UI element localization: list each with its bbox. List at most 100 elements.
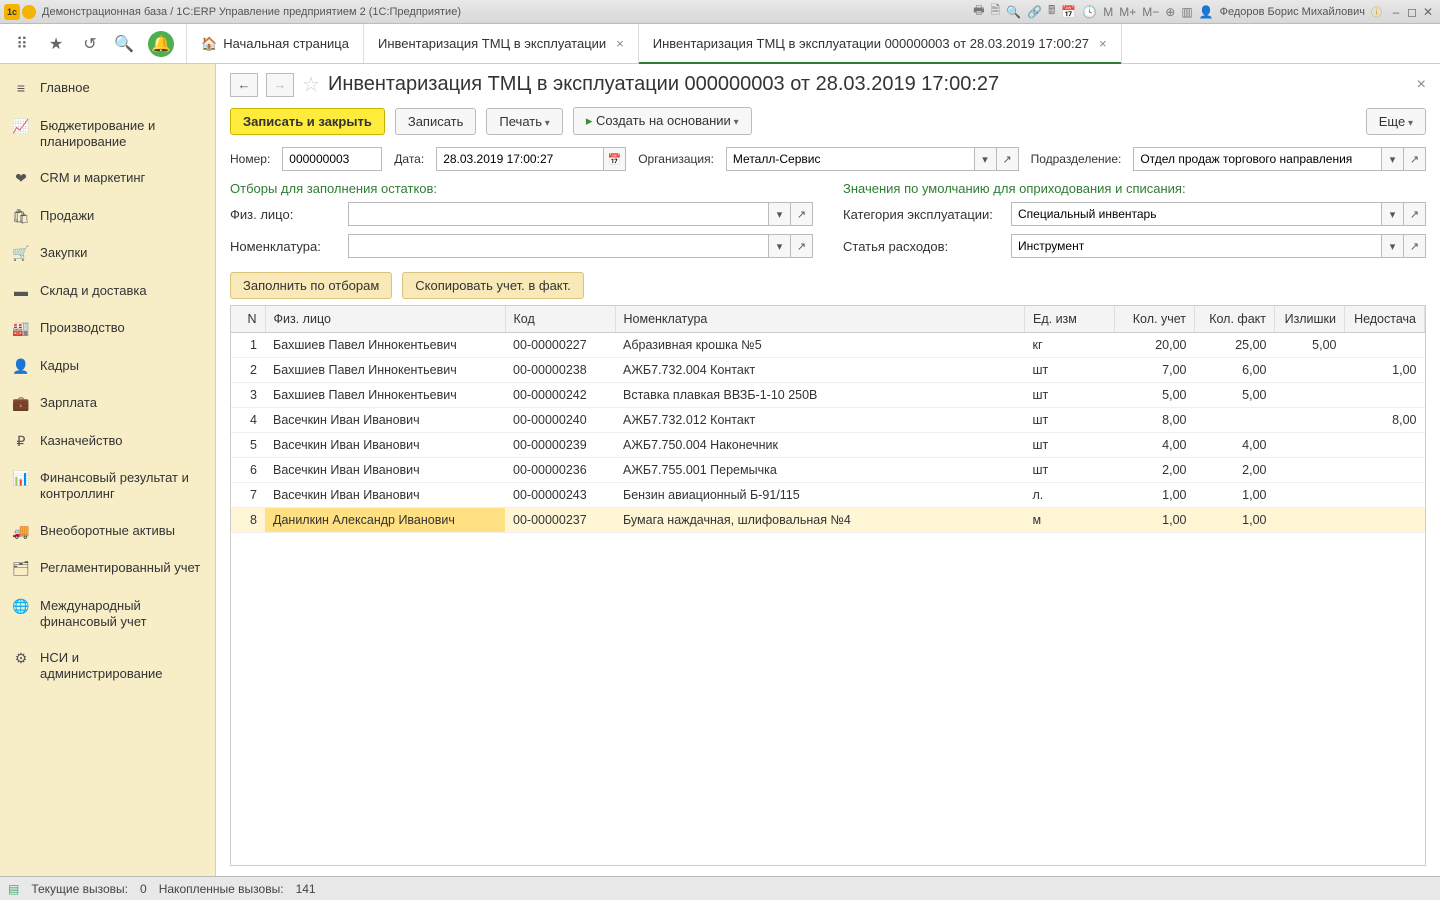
dropdown-icon[interactable]: ▾ [769,202,791,226]
sidebar-item-8[interactable]: 💼Зарплата [0,385,215,423]
dropdown-icon[interactable]: ▾ [1382,147,1404,171]
col-code[interactable]: Код [505,306,615,333]
close-icon[interactable]: × [1417,76,1426,94]
panels-icon[interactable]: ▥ [1181,5,1192,19]
sidebar-item-0[interactable]: ≡Главное [0,70,215,108]
tab-inventory-doc[interactable]: Инвентаризация ТМЦ в эксплуатации 000000… [639,24,1122,63]
nav-back-button[interactable]: ← [230,73,258,97]
calendar-icon[interactable]: 📅 [1061,5,1076,19]
sidebar-item-11[interactable]: 🚚Внеоборотные активы [0,513,215,551]
table-row[interactable]: 8Данилкин Александр Иванович00-00000237Б… [231,508,1425,533]
table-row[interactable]: 2Бахшиев Павел Иннокентьевич00-00000238А… [231,358,1425,383]
clock-icon[interactable]: 🕓 [1082,5,1097,19]
col-person[interactable]: Физ. лицо [265,306,505,333]
cost-item-input[interactable] [1011,234,1382,258]
more-button[interactable]: Еще [1366,108,1426,135]
current-user[interactable]: Федоров Борис Михайлович [1220,6,1365,18]
table-row[interactable]: 5Васечкин Иван Иванович00-00000239АЖБ7.7… [231,433,1425,458]
zoom-icon[interactable]: ⊕ [1165,5,1175,19]
col-qty-fact[interactable]: Кол. факт [1195,306,1275,333]
col-nomenclature[interactable]: Номенклатура [615,306,1025,333]
category-input[interactable] [1011,202,1382,226]
m-minus-button[interactable]: M− [1142,5,1159,19]
calc-icon[interactable]: 🖩 [1048,1,1055,22]
col-unit[interactable]: Ед. изм [1025,306,1115,333]
sidebar-item-6[interactable]: 🏭Производство [0,310,215,348]
number-input[interactable] [282,147,382,171]
close-button[interactable]: ✕ [1420,5,1436,19]
apps-icon[interactable]: ⠿ [12,34,32,54]
link-icon[interactable]: 🔗 [1027,5,1042,19]
sidebar-item-3[interactable]: 🛍Продажи [0,198,215,236]
organization-input[interactable] [726,147,975,171]
sidebar-item-13[interactable]: 🌐Международный финансовый учет [0,588,215,641]
items-table[interactable]: N Физ. лицо Код Номенклатура Ед. изм Кол… [230,305,1426,866]
notifications-icon[interactable]: 🔔 [148,31,174,57]
table-row[interactable]: 1Бахшиев Павел Иннокентьевич00-00000227А… [231,333,1425,358]
department-input[interactable] [1133,147,1382,171]
create-based-on-button[interactable]: Создать на основании [573,107,752,135]
sidebar-item-12[interactable]: 🗂Регламентированный учет [0,550,215,588]
col-qty-acc[interactable]: Кол. учет [1115,306,1195,333]
search-icon[interactable]: 🔍 [1006,5,1021,19]
copy-acc-to-fact-button[interactable]: Скопировать учет. в факт. [402,272,583,299]
table-row[interactable]: 7Васечкин Иван Иванович00-00000243Бензин… [231,483,1425,508]
print-icon[interactable]: 🖶 [973,1,984,22]
info-icon[interactable]: ⓘ [1371,4,1382,20]
sidebar-item-4[interactable]: 🛒Закупки [0,235,215,273]
favorite-star-icon[interactable]: ☆ [302,72,320,97]
table-row[interactable]: 4Васечкин Иван Иванович00-00000240АЖБ7.7… [231,408,1425,433]
tab-home[interactable]: 🏠 Начальная страница [186,24,364,63]
close-icon[interactable]: × [616,36,624,51]
m-button[interactable]: M [1103,5,1113,19]
open-icon[interactable]: ↗ [791,234,813,258]
sidebar-item-5[interactable]: ▬Склад и доставка [0,273,215,311]
fill-by-filters-button[interactable]: Заполнить по отборам [230,272,392,299]
print-button[interactable]: Печать [486,108,562,135]
sidebar-icon: ▬ [12,283,30,301]
doc-icon[interactable]: 🗎 [991,1,1001,22]
close-icon[interactable]: × [1099,36,1107,51]
nomenclature-filter-input[interactable] [348,234,769,258]
dropdown-icon[interactable]: ▾ [1382,202,1404,226]
col-surplus[interactable]: Излишки [1275,306,1345,333]
search-icon[interactable]: 🔍 [114,34,134,54]
filters-heading: Отборы для заполнения остатков: [230,181,813,196]
cell-unit: шт [1025,358,1115,383]
sidebar-item-2[interactable]: ❤CRM и маркетинг [0,160,215,198]
open-icon[interactable]: ↗ [997,147,1019,171]
table-row[interactable]: 3Бахшиев Павел Иннокентьевич00-00000242В… [231,383,1425,408]
maximize-button[interactable]: ◻ [1404,5,1420,19]
tab-inventory-list[interactable]: Инвентаризация ТМЦ в эксплуатации × [364,24,639,63]
dropdown-icon[interactable]: ▾ [1382,234,1404,258]
table-row[interactable]: 6Васечкин Иван Иванович00-00000236АЖБ7.7… [231,458,1425,483]
cell-n: 2 [231,358,265,383]
cost-item-label: Статья расходов: [843,239,1003,254]
open-icon[interactable]: ↗ [1404,147,1426,171]
dropdown-icon[interactable]: ▾ [975,147,997,171]
m-plus-button[interactable]: M+ [1119,5,1136,19]
history-icon[interactable]: ↺ [80,34,100,54]
save-button[interactable]: Записать [395,108,477,135]
sidebar-item-9[interactable]: ₽Казначейство [0,423,215,461]
dropdown-icon[interactable]: ▾ [769,234,791,258]
accumulated-calls-value: 141 [296,882,316,896]
cell-surplus [1275,383,1345,408]
open-icon[interactable]: ↗ [1404,202,1426,226]
sidebar-item-7[interactable]: 👤Кадры [0,348,215,386]
person-filter-input[interactable] [348,202,769,226]
minimize-button[interactable]: – [1388,5,1404,19]
sidebar-item-1[interactable]: 📈Бюджетирование и планирование [0,108,215,161]
calendar-icon[interactable]: 📅 [604,147,626,171]
save-and-close-button[interactable]: Записать и закрыть [230,108,385,135]
sidebar-item-10[interactable]: 📊Финансовый результат и контроллинг [0,460,215,513]
sidebar-item-14[interactable]: ⚙НСИ и администрирование [0,640,215,693]
nav-forward-button[interactable]: → [266,73,294,97]
app-menu-dropdown[interactable] [22,5,36,19]
open-icon[interactable]: ↗ [791,202,813,226]
col-n[interactable]: N [231,306,265,333]
favorite-icon[interactable]: ★ [46,34,66,54]
col-shortage[interactable]: Недостача [1345,306,1425,333]
date-input[interactable] [436,147,604,171]
open-icon[interactable]: ↗ [1404,234,1426,258]
